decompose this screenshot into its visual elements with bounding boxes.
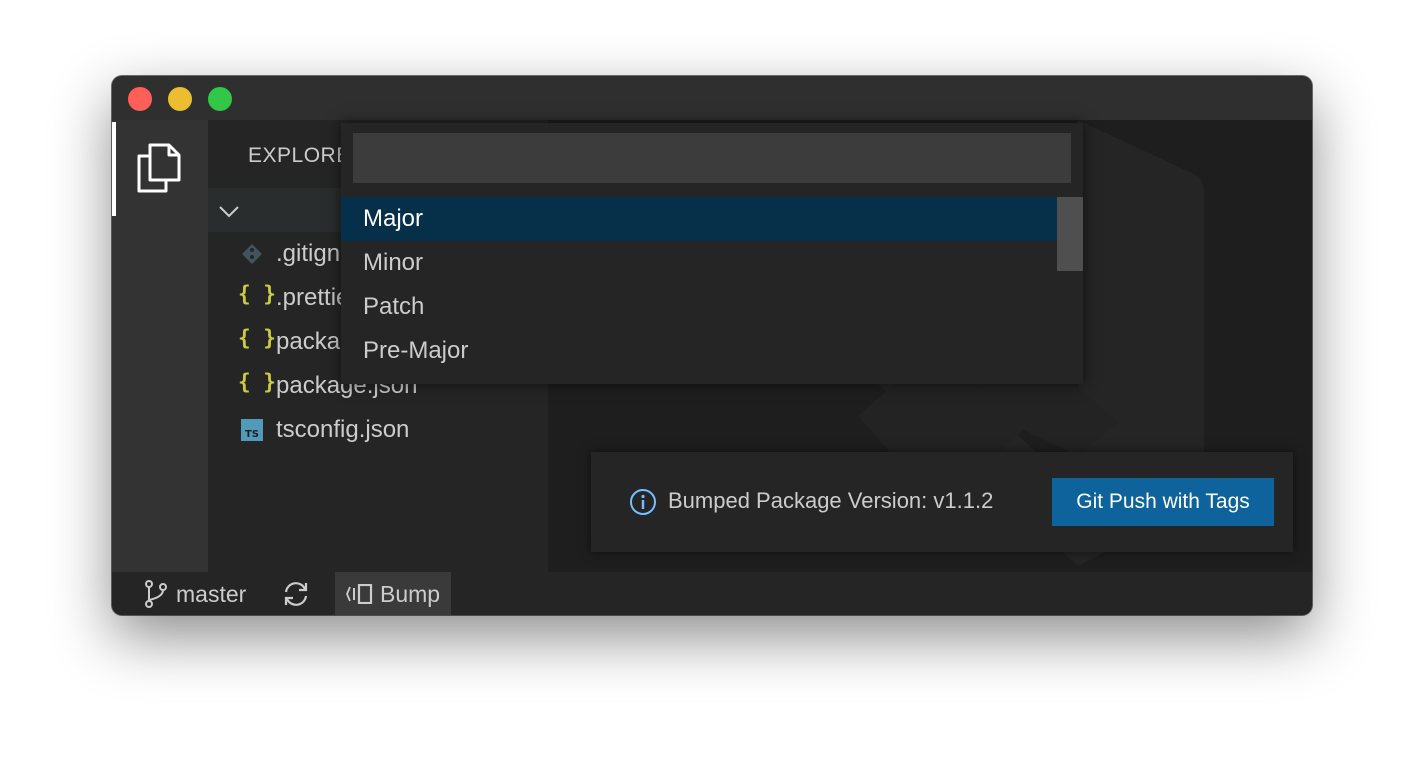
svg-text:TS: TS [245,429,259,440]
quick-pick-item-pre-major[interactable]: Pre-Major [341,329,1057,373]
info-icon [630,489,656,515]
file-item-tsconfig-json[interactable]: TS tsconfig.json [208,408,548,452]
json-braces-icon: { } [238,282,276,306]
sync-icon [284,582,308,606]
editor-window: EXPLORER .gitignore { } .prettierrc { } … [112,76,1312,615]
sync-button[interactable] [280,572,316,615]
title-bar [112,76,1312,120]
bump-version-icon [346,584,373,604]
notification-toast: Bumped Package Version: v1.1.2 Git Push … [591,452,1293,552]
active-indicator [112,122,116,216]
scrollbar-thumb[interactable] [1057,197,1083,271]
activity-bar [112,120,208,572]
quick-pick-item-patch[interactable]: Patch [341,285,1057,329]
status-bar: master Bump [112,572,1312,615]
git-icon [242,244,262,264]
json-braces-icon: { } [238,326,276,350]
quick-pick-dropdown: Major Minor Patch Pre-Major [341,123,1083,384]
files-icon[interactable] [136,142,182,194]
maximize-window-button[interactable] [208,87,232,111]
quick-pick-item-major[interactable]: Major [341,197,1057,241]
bump-label: Bump [380,581,441,607]
quick-pick-item-minor[interactable]: Minor [341,241,1057,285]
git-push-with-tags-button[interactable]: Git Push with Tags [1052,478,1274,526]
branch-indicator[interactable]: master [132,572,262,615]
quick-pick-scrollbar[interactable] [1057,197,1083,373]
git-branch-icon [145,580,167,608]
quick-pick-list: Major Minor Patch Pre-Major [341,197,1057,373]
bump-button[interactable]: Bump [335,572,451,615]
file-label: tsconfig.json [276,416,410,443]
typescript-icon: TS [241,419,263,441]
json-braces-icon: { } [238,370,276,394]
notification-message: Bumped Package Version: v1.1.2 [668,488,994,513]
chevron-down-icon [219,206,239,218]
minimize-window-button[interactable] [168,87,192,111]
close-window-button[interactable] [128,87,152,111]
branch-name: master [176,581,247,607]
quick-pick-input[interactable] [353,133,1071,183]
